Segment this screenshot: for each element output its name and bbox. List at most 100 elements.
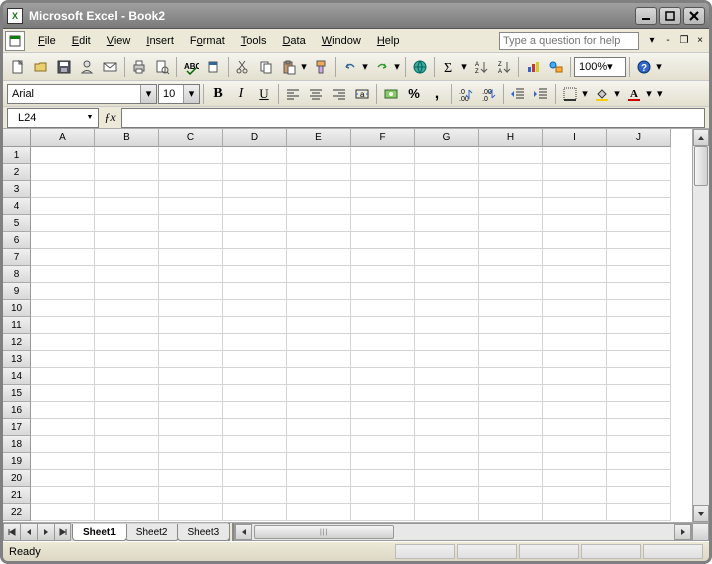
row-header[interactable]: 2 (3, 164, 31, 181)
vscroll-thumb[interactable] (694, 146, 708, 186)
cell[interactable] (287, 164, 351, 181)
cell[interactable] (479, 249, 543, 266)
cell[interactable] (607, 317, 671, 334)
cell[interactable] (351, 334, 415, 351)
sheet-tab[interactable]: Sheet2 (125, 524, 179, 541)
increase-decimal-button[interactable]: .0.00 (455, 83, 477, 105)
cell[interactable] (287, 317, 351, 334)
cell[interactable] (95, 266, 159, 283)
cell[interactable] (607, 164, 671, 181)
decrease-decimal-button[interactable]: .00.0 (478, 83, 500, 105)
cell[interactable] (31, 164, 95, 181)
cell[interactable] (223, 198, 287, 215)
row-header[interactable]: 5 (3, 215, 31, 232)
cell[interactable] (415, 266, 479, 283)
cell[interactable] (159, 334, 223, 351)
cell[interactable] (415, 232, 479, 249)
cut-button[interactable] (232, 56, 254, 78)
cell[interactable] (95, 385, 159, 402)
cell[interactable] (287, 334, 351, 351)
cell[interactable] (223, 402, 287, 419)
column-header[interactable]: H (479, 129, 543, 147)
cell[interactable] (543, 283, 607, 300)
cell[interactable] (287, 368, 351, 385)
cell[interactable] (607, 487, 671, 504)
column-header[interactable]: F (351, 129, 415, 147)
help-button[interactable]: ? (633, 56, 655, 78)
cell[interactable] (223, 300, 287, 317)
cell[interactable] (479, 198, 543, 215)
cell[interactable] (287, 436, 351, 453)
cell[interactable] (159, 453, 223, 470)
cell[interactable] (95, 164, 159, 181)
cell[interactable] (351, 232, 415, 249)
column-header[interactable]: C (159, 129, 223, 147)
cell[interactable] (479, 300, 543, 317)
cell[interactable] (607, 198, 671, 215)
cell[interactable] (95, 249, 159, 266)
cell[interactable] (351, 249, 415, 266)
cell[interactable] (287, 385, 351, 402)
cell[interactable] (415, 215, 479, 232)
cell[interactable] (543, 351, 607, 368)
cell[interactable] (351, 419, 415, 436)
cell[interactable] (351, 300, 415, 317)
cell[interactable] (543, 470, 607, 487)
increase-indent-button[interactable] (530, 83, 552, 105)
row-header[interactable]: 15 (3, 385, 31, 402)
sort-asc-button[interactable]: AZ (470, 56, 492, 78)
save-button[interactable] (53, 56, 75, 78)
cell[interactable] (287, 147, 351, 164)
cell[interactable] (223, 181, 287, 198)
fx-icon[interactable]: ƒx (99, 110, 121, 125)
help-dropdown[interactable]: ▾ (645, 34, 659, 48)
cell[interactable] (607, 266, 671, 283)
cell[interactable] (351, 351, 415, 368)
row-header[interactable]: 22 (3, 504, 31, 521)
close-button[interactable] (683, 7, 705, 25)
help-search-input[interactable] (499, 32, 639, 50)
cell[interactable] (95, 368, 159, 385)
merge-center-button[interactable]: a (351, 83, 373, 105)
row-header[interactable]: 11 (3, 317, 31, 334)
cell[interactable] (159, 181, 223, 198)
cell[interactable] (479, 164, 543, 181)
underline-button[interactable]: U (253, 83, 275, 105)
column-header[interactable]: G (415, 129, 479, 147)
cell[interactable] (159, 419, 223, 436)
cell[interactable] (415, 147, 479, 164)
cell[interactable] (479, 181, 543, 198)
cell[interactable] (159, 351, 223, 368)
cell[interactable] (351, 266, 415, 283)
copy-button[interactable] (255, 56, 277, 78)
cell[interactable] (479, 215, 543, 232)
cell[interactable] (95, 147, 159, 164)
cell[interactable] (415, 317, 479, 334)
cell[interactable] (159, 300, 223, 317)
redo-dropdown[interactable]: ▾ (393, 56, 402, 78)
row-header[interactable]: 6 (3, 232, 31, 249)
cell[interactable] (31, 385, 95, 402)
fill-color-dropdown[interactable]: ▾ (613, 83, 622, 105)
cell[interactable] (159, 147, 223, 164)
permission-button[interactable] (76, 56, 98, 78)
cell[interactable] (287, 419, 351, 436)
cell[interactable] (31, 283, 95, 300)
menu-data[interactable]: Data (275, 33, 312, 49)
cell[interactable] (479, 436, 543, 453)
cell[interactable] (287, 198, 351, 215)
cell[interactable] (479, 266, 543, 283)
cell[interactable] (223, 334, 287, 351)
cell[interactable] (543, 334, 607, 351)
redo-button[interactable] (371, 56, 393, 78)
cell[interactable] (543, 504, 607, 521)
cell[interactable] (223, 504, 287, 521)
cell[interactable] (95, 487, 159, 504)
cell[interactable] (607, 402, 671, 419)
first-sheet-button[interactable] (3, 523, 20, 541)
hyperlink-button[interactable] (409, 56, 431, 78)
sheet-tab-active[interactable]: Sheet1 (72, 524, 127, 541)
cell[interactable] (607, 283, 671, 300)
cell[interactable] (223, 436, 287, 453)
cell[interactable] (607, 351, 671, 368)
